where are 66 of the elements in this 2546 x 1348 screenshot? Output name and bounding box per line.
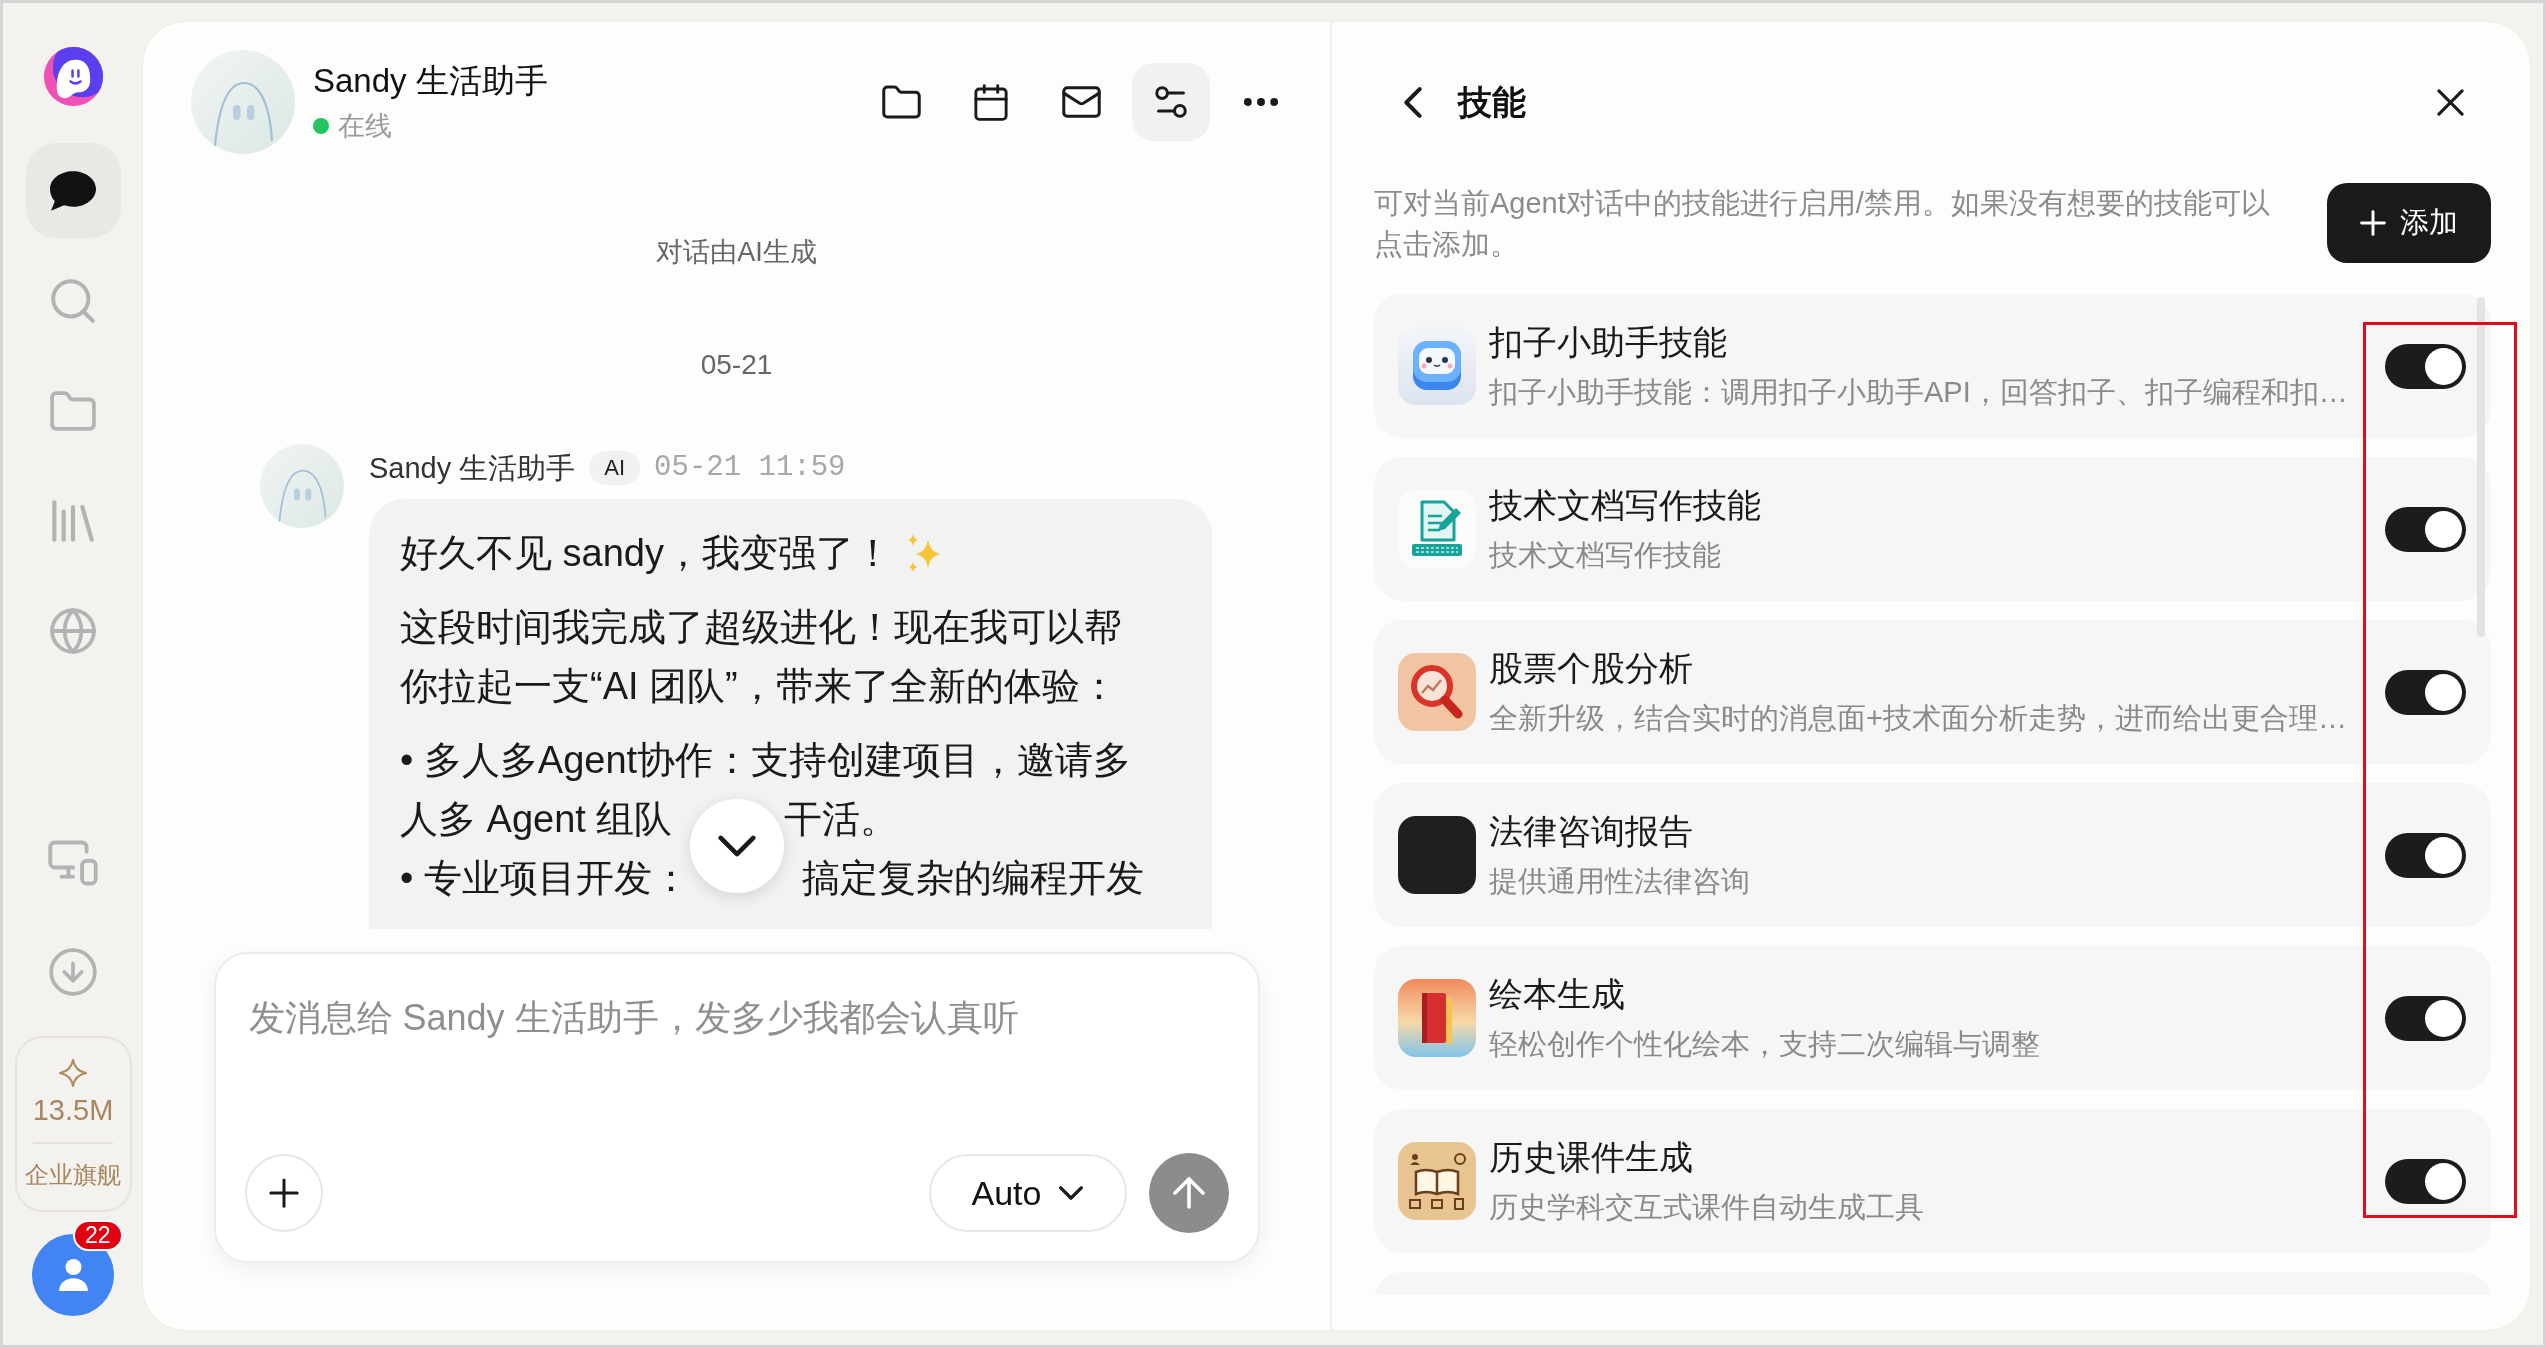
open-book-icon (1398, 1142, 1476, 1220)
message-text: • 专业项目开发： 搞定复杂的编程开发 (400, 857, 1144, 899)
skill-description: 扣子小助手技能：调用扣子小助手API，回答扣子、扣子编程和扣… (1489, 375, 2348, 410)
skill-name: 法律咨询报告 (1489, 811, 1693, 852)
close-icon (2437, 88, 2464, 116)
toggle-switch[interactable] (2385, 832, 2466, 878)
message-text: 好久不见 sandy，我变强了！ (400, 532, 892, 574)
plus-icon (268, 1178, 299, 1208)
credits-amount: 13.5M (32, 1093, 114, 1128)
devices-icon (48, 839, 98, 886)
magnifier-chart-icon (1398, 653, 1476, 731)
toggle-switch[interactable] (2385, 506, 2466, 552)
chat-bubble-icon (50, 170, 96, 211)
status-label: 在线 (338, 110, 392, 143)
person-icon (58, 1259, 88, 1291)
skill-description: 轻松创作个性化绘本，支持二次编辑与调整 (1489, 1027, 2040, 1062)
toggle-switch[interactable] (2385, 669, 2466, 715)
skill-description: 历史学科交互式课件自动生成工具 (1489, 1190, 1924, 1225)
toggle-switch[interactable] (2385, 995, 2466, 1041)
books-icon (52, 499, 94, 542)
toggle-switch[interactable] (2385, 343, 2466, 389)
search-icon (51, 278, 95, 323)
chevron-down-icon (1059, 1186, 1084, 1200)
ai-notice: 对话由AI生成 (656, 236, 817, 269)
folder-icon (50, 390, 96, 431)
sparkles-icon (907, 534, 940, 572)
message-time: 05-21 11:59 (654, 450, 846, 486)
skill-name: 技术文档写作技能 (1489, 485, 1761, 526)
plus-icon (2360, 210, 2386, 236)
skill-name: 绘本生成 (1489, 974, 1625, 1015)
message-input[interactable]: 发消息给 Sandy 生活助手，发多少我都会认真听 (246, 994, 1227, 1151)
mail-icon (1061, 86, 1101, 118)
calendar-icon (974, 83, 1008, 121)
message-text: • 多人多Agent协作：支持创建项目，邀请多人多 Agent 组队 干活。 (400, 739, 1132, 840)
scrollbar[interactable] (2477, 297, 2485, 637)
date-separator: 05-21 (700, 348, 773, 382)
notification-badge: 22 (73, 1220, 123, 1251)
message-text: 这段时间我完成了超级进化！现在我可以帮你拉起一支“AI 团队”，带来了全新的体验： (400, 606, 1122, 707)
folder-icon (881, 85, 921, 119)
sender-name: Sandy 生活助手 (369, 451, 576, 486)
globe-icon (50, 607, 96, 654)
toolbar-button[interactable] (1132, 63, 1210, 141)
plan-label: 企业旗舰 (25, 1160, 121, 1190)
skill-name: 股票个股分析 (1489, 648, 1693, 689)
add-button[interactable]: 添加 (2327, 183, 2491, 263)
skill-name: 扣子小助手技能 (1489, 322, 1727, 363)
sparkle-icon (59, 1059, 87, 1087)
skill-description: 提供通用性法律咨询 (1489, 864, 1750, 899)
panel-title: 技能 (1458, 82, 1526, 123)
chevron-left-icon (1404, 86, 1422, 118)
skill-name: 历史课件生成 (1489, 1137, 1693, 1178)
ai-badge: AI (589, 451, 641, 485)
chevron-down-icon (718, 835, 756, 857)
agent-name: Sandy 生活助手 (313, 61, 548, 101)
back-button[interactable] (1404, 86, 1422, 118)
panel-description: 可对当前Agent对话中的技能进行启用/禁用。如果没有想要的技能可以点击添加。 (1374, 186, 2271, 262)
toggle-switch[interactable] (2385, 1158, 2466, 1204)
skill-description: 技术文档写作技能 (1489, 538, 1721, 573)
book-icon (1398, 979, 1476, 1057)
skill-description: 全新升级，结合实时的消息面+技术面分析走势，进而给出更合理… (1489, 701, 2347, 736)
more-icon (1244, 98, 1278, 106)
model-dropdown[interactable]: Auto (928, 1154, 1127, 1232)
download-icon (49, 947, 97, 996)
close-button[interactable] (2437, 88, 2464, 116)
sidebar-button[interactable] (25, 143, 121, 238)
sliders-icon (1155, 86, 1187, 118)
